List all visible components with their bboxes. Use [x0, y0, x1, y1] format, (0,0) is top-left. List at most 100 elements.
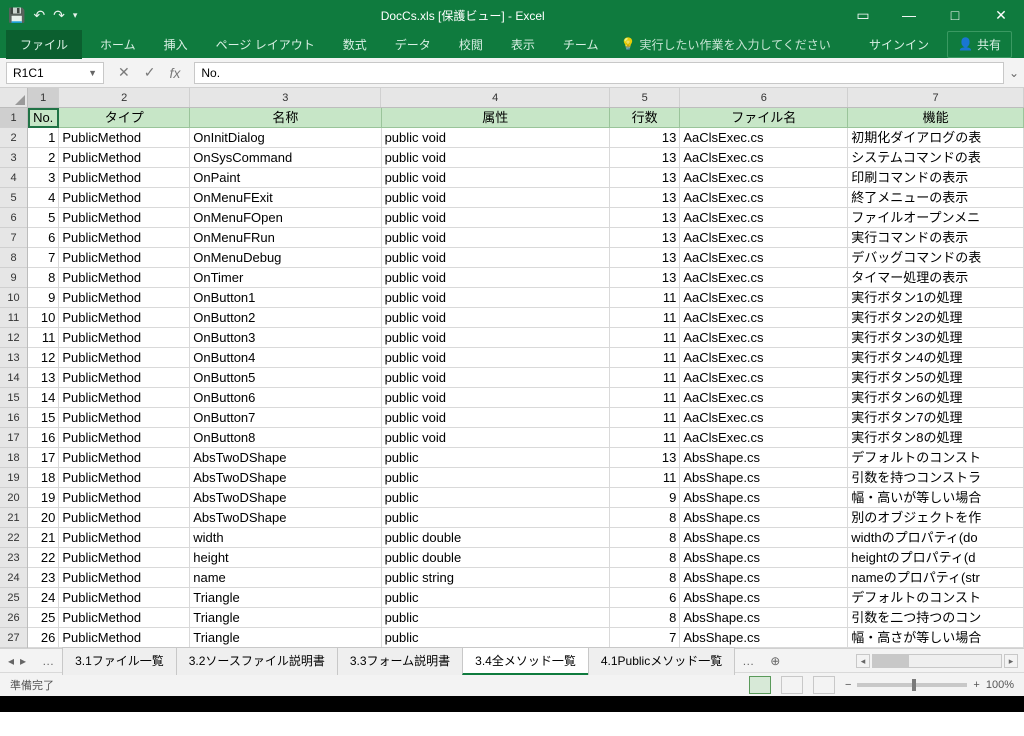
cell[interactable]: Triangle — [190, 608, 381, 628]
cell[interactable]: public void — [382, 408, 610, 428]
cell[interactable]: AaClsExec.cs — [680, 368, 848, 388]
sheet-tab[interactable]: 3.3フォーム説明書 — [337, 647, 463, 675]
row-header[interactable]: 2 — [0, 128, 27, 148]
cell[interactable]: AaClsExec.cs — [680, 428, 848, 448]
cell[interactable]: public void — [382, 428, 610, 448]
tab-ribbon[interactable]: チーム — [549, 30, 613, 59]
cell[interactable]: 11 — [610, 288, 680, 308]
cell[interactable]: 11 — [610, 368, 680, 388]
row-header[interactable]: 14 — [0, 368, 27, 388]
cell[interactable]: AbsTwoDShape — [190, 448, 381, 468]
cell[interactable]: 5 — [28, 208, 59, 228]
zoom-control[interactable]: − + 100% — [845, 679, 1014, 691]
cell[interactable]: AaClsExec.cs — [680, 268, 848, 288]
column-header[interactable]: 1 — [28, 88, 59, 107]
cell[interactable]: PublicMethod — [59, 308, 190, 328]
column-header[interactable]: 6 — [680, 88, 848, 107]
row-header[interactable]: 27 — [0, 628, 27, 648]
cell[interactable]: PublicMethod — [59, 428, 190, 448]
cell[interactable]: AbsShape.cs — [680, 528, 848, 548]
cell[interactable]: 7 — [28, 248, 59, 268]
cell[interactable]: AbsShape.cs — [680, 468, 848, 488]
row-header[interactable]: 15 — [0, 388, 27, 408]
tab-ribbon[interactable]: データ — [381, 30, 445, 59]
cell[interactable]: 13 — [610, 128, 680, 148]
cell[interactable]: AbsShape.cs — [680, 448, 848, 468]
cell[interactable]: public void — [382, 168, 610, 188]
select-all-button[interactable] — [0, 88, 27, 108]
column-header[interactable]: 4 — [381, 88, 609, 107]
cell[interactable]: public void — [382, 348, 610, 368]
scroll-left-icon[interactable]: ◂ — [856, 654, 870, 668]
cell[interactable]: デフォルトのコンスト — [848, 448, 1024, 468]
header-cell[interactable]: 機能 — [848, 108, 1024, 128]
cell[interactable]: PublicMethod — [59, 608, 190, 628]
cell[interactable]: PublicMethod — [59, 548, 190, 568]
cell[interactable]: AaClsExec.cs — [680, 148, 848, 168]
row-header[interactable]: 3 — [0, 148, 27, 168]
cell[interactable]: OnButton1 — [190, 288, 381, 308]
grid[interactable]: 1234567 No.タイプ名称属性行数ファイル名機能1PublicMethod… — [28, 88, 1024, 648]
cell[interactable]: 9 — [28, 288, 59, 308]
cell[interactable]: PublicMethod — [59, 288, 190, 308]
enter-icon[interactable]: ✓ — [144, 64, 156, 81]
row-header[interactable]: 26 — [0, 608, 27, 628]
cell[interactable]: public void — [382, 208, 610, 228]
view-normal-button[interactable] — [749, 676, 771, 694]
cell[interactable]: OnButton4 — [190, 348, 381, 368]
cell[interactable]: 実行ボタン8の処理 — [848, 428, 1024, 448]
cell[interactable]: 引数を二つ持つのコン — [848, 608, 1024, 628]
cell[interactable]: public double — [382, 548, 610, 568]
tab-ellipsis-left[interactable]: … — [34, 654, 62, 668]
cell[interactable]: 実行ボタン4の処理 — [848, 348, 1024, 368]
cell[interactable]: 実行ボタン1の処理 — [848, 288, 1024, 308]
name-box[interactable]: R1C1 ▼ — [6, 62, 104, 84]
cell[interactable]: public double — [382, 528, 610, 548]
cell[interactable]: public — [382, 628, 610, 648]
cell[interactable]: 12 — [28, 348, 59, 368]
cell[interactable]: 終了メニューの表示 — [848, 188, 1024, 208]
cell[interactable]: PublicMethod — [59, 588, 190, 608]
horizontal-scrollbar[interactable]: ◂ ▸ — [850, 654, 1024, 668]
cell[interactable]: 幅・高いが等しい場合 — [848, 488, 1024, 508]
column-header[interactable]: 7 — [848, 88, 1024, 107]
cell[interactable]: 16 — [28, 428, 59, 448]
cell[interactable]: 13 — [610, 148, 680, 168]
row-header[interactable]: 12 — [0, 328, 27, 348]
cell[interactable]: public void — [382, 188, 610, 208]
cell[interactable]: 実行ボタン6の処理 — [848, 388, 1024, 408]
cell[interactable]: PublicMethod — [59, 348, 190, 368]
header-cell[interactable]: タイプ — [59, 108, 190, 128]
cell[interactable]: 2 — [28, 148, 59, 168]
cell[interactable]: OnMenuDebug — [190, 248, 381, 268]
cell[interactable]: 印刷コマンドの表示 — [848, 168, 1024, 188]
cell[interactable]: public — [382, 448, 610, 468]
cell[interactable]: public void — [382, 288, 610, 308]
header-cell[interactable]: 行数 — [610, 108, 680, 128]
cell[interactable]: AbsShape.cs — [680, 588, 848, 608]
cell[interactable]: AbsTwoDShape — [190, 468, 381, 488]
qat-dropdown-icon[interactable]: ▾ — [73, 10, 78, 21]
cell[interactable]: デバッグコマンドの表 — [848, 248, 1024, 268]
cell[interactable]: 20 — [28, 508, 59, 528]
cell[interactable]: PublicMethod — [59, 268, 190, 288]
cell[interactable]: Triangle — [190, 588, 381, 608]
cell[interactable]: widthのプロパティ(do — [848, 528, 1024, 548]
cell[interactable]: 18 — [28, 468, 59, 488]
undo-icon[interactable]: ↶ — [33, 7, 45, 24]
view-pagelayout-button[interactable] — [781, 676, 803, 694]
row-header[interactable]: 16 — [0, 408, 27, 428]
cell[interactable]: OnMenuFRun — [190, 228, 381, 248]
cell[interactable]: PublicMethod — [59, 168, 190, 188]
sheet-tab[interactable]: 3.4全メソッド一覧 — [462, 647, 589, 675]
cell[interactable]: PublicMethod — [59, 448, 190, 468]
cell[interactable]: PublicMethod — [59, 228, 190, 248]
row-header[interactable]: 7 — [0, 228, 27, 248]
cell[interactable]: 13 — [610, 228, 680, 248]
cell[interactable]: ファイルオープンメニ — [848, 208, 1024, 228]
row-header[interactable]: 5 — [0, 188, 27, 208]
cell[interactable]: PublicMethod — [59, 528, 190, 548]
cell[interactable]: システムコマンドの表 — [848, 148, 1024, 168]
share-button[interactable]: 👤 共有 — [947, 31, 1012, 58]
cell[interactable]: public string — [382, 568, 610, 588]
